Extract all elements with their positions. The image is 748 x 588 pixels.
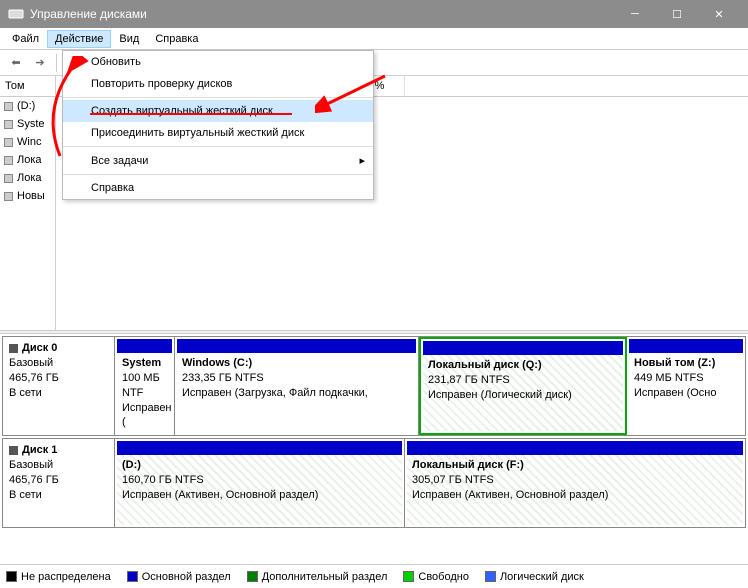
- legend-primary: Основной раздел: [127, 571, 231, 583]
- menuitem-attach-vhd[interactable]: Присоединить виртуальный жесткий диск: [63, 122, 373, 144]
- disk-size: 465,76 ГБ: [9, 371, 108, 386]
- disk-info[interactable]: Диск 1 Базовый 465,76 ГБ В сети: [3, 439, 115, 527]
- drive-icon: [4, 192, 13, 201]
- separator: [63, 146, 373, 147]
- action-dropdown: Обновить Повторить проверку дисков Созда…: [62, 50, 374, 200]
- menuitem-refresh[interactable]: Обновить: [63, 51, 373, 73]
- legend-logical: Логический диск: [485, 571, 584, 583]
- legend-extended: Дополнительный раздел: [247, 571, 388, 583]
- menuitem-all-tasks[interactable]: Все задачи▸: [63, 149, 373, 172]
- menu-help[interactable]: Справка: [147, 30, 206, 48]
- drive-icon: [4, 138, 13, 147]
- separator: [63, 174, 373, 175]
- maximize-button[interactable]: ☐: [656, 0, 698, 28]
- partition-selected[interactable]: Локальный диск (Q:)231,87 ГБ NTFSИсправе…: [419, 337, 627, 435]
- legend: Не распределена Основной раздел Дополнит…: [0, 564, 748, 588]
- menuitem-rescan[interactable]: Повторить проверку дисков: [63, 73, 373, 95]
- disk-partition-bar: (D:)160,70 ГБ NTFSИсправен (Активен, Осн…: [115, 439, 746, 527]
- drive-icon: [4, 120, 13, 129]
- volume-row[interactable]: Syste: [0, 115, 55, 133]
- partition-header: [407, 441, 743, 455]
- partition-header: [117, 441, 402, 455]
- separator: [63, 97, 373, 98]
- close-button[interactable]: ✕: [698, 0, 740, 28]
- partition[interactable]: System100 МБ NTFИсправен (: [115, 337, 175, 435]
- col-header-volume[interactable]: Том: [0, 76, 55, 97]
- disk-row: Диск 1 Базовый 465,76 ГБ В сети (D:)160,…: [2, 438, 746, 528]
- legend-free: Свободно: [403, 571, 469, 583]
- menu-file[interactable]: Файл: [4, 30, 47, 48]
- partition-header: [177, 339, 416, 353]
- partition-header: [423, 341, 623, 355]
- volume-row[interactable]: Новы: [0, 187, 55, 205]
- partition-header: [629, 339, 743, 353]
- drive-icon: [4, 102, 13, 111]
- annotation-underline: [90, 113, 292, 115]
- window-title: Управление дисками: [30, 7, 614, 21]
- legend-unallocated: Не распределена: [6, 571, 111, 583]
- disk-partition-bar: System100 МБ NTFИсправен ( Windows (C:)2…: [115, 337, 746, 435]
- minimize-button[interactable]: ─: [614, 0, 656, 28]
- menubar: Файл Действие Вид Справка: [0, 28, 748, 50]
- volume-row[interactable]: Лока: [0, 169, 55, 187]
- partition[interactable]: Windows (C:)233,35 ГБ NTFSИсправен (Загр…: [175, 337, 419, 435]
- menuitem-help[interactable]: Справка: [63, 177, 373, 199]
- menu-view[interactable]: Вид: [111, 30, 147, 48]
- menu-action[interactable]: Действие: [47, 30, 111, 48]
- disk-icon: [9, 344, 18, 353]
- menuitem-create-vhd[interactable]: Создать виртуальный жесткий диск: [63, 100, 373, 122]
- partition[interactable]: Новый том (Z:)449 МБ NTFSИсправен (Осно: [627, 337, 746, 435]
- nav-fwd-icon[interactable]: ➔: [31, 54, 49, 72]
- drive-icon: [4, 156, 13, 165]
- partition[interactable]: Локальный диск (F:)305,07 ГБ NTFSИсправе…: [405, 439, 746, 527]
- disk-map-pane: Диск 0 Базовый 465,76 ГБ В сети System10…: [0, 334, 748, 562]
- app-icon: [8, 6, 24, 22]
- volume-name-column: Том (D:) Syste Winc Лока Лока Новы: [0, 76, 56, 330]
- nav-back-icon[interactable]: ⬅: [7, 54, 25, 72]
- volume-row[interactable]: Лока: [0, 151, 55, 169]
- chevron-right-icon: ▸: [359, 154, 365, 167]
- volume-row[interactable]: (D:): [0, 97, 55, 115]
- disk-info[interactable]: Диск 0 Базовый 465,76 ГБ В сети: [3, 337, 115, 435]
- partition-header: [117, 339, 172, 353]
- separator: [56, 54, 57, 72]
- partition[interactable]: (D:)160,70 ГБ NTFSИсправен (Активен, Осн…: [115, 439, 405, 527]
- disk-type: Базовый: [9, 356, 108, 371]
- disk-type: Базовый: [9, 458, 108, 473]
- drive-icon: [4, 174, 13, 183]
- disk-icon: [9, 446, 18, 455]
- disk-row: Диск 0 Базовый 465,76 ГБ В сети System10…: [2, 336, 746, 436]
- volume-row[interactable]: Winc: [0, 133, 55, 151]
- disk-size: 465,76 ГБ: [9, 473, 108, 488]
- disk-state: В сети: [9, 386, 108, 401]
- disk-state: В сети: [9, 488, 108, 503]
- titlebar: Управление дисками ─ ☐ ✕: [0, 0, 748, 28]
